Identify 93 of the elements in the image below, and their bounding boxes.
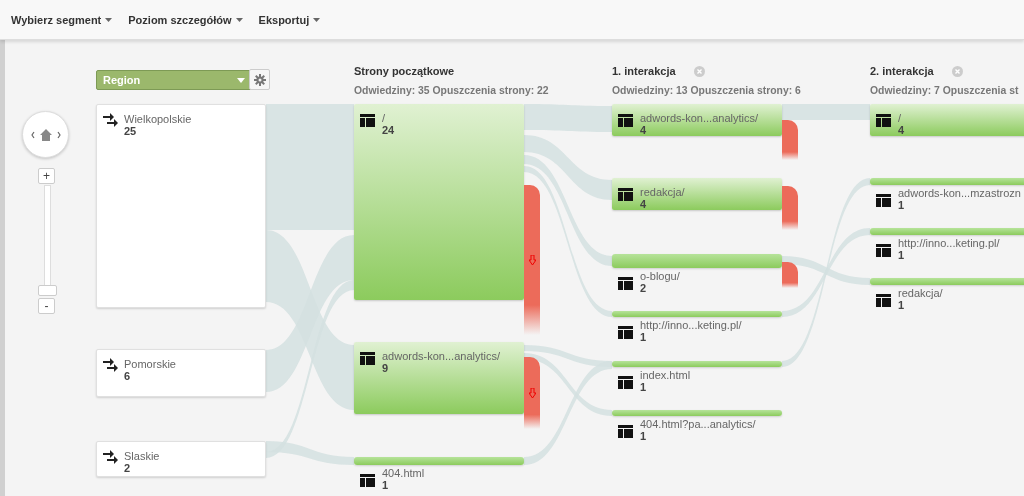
node-name: redakcja/ <box>898 287 943 299</box>
node-name: / <box>382 112 387 124</box>
page-bar[interactable] <box>870 228 1024 235</box>
node-name: redakcja/ <box>640 186 685 198</box>
settings-button[interactable] <box>249 69 270 90</box>
arrows-icon <box>103 450 119 466</box>
layout-icon <box>876 193 891 207</box>
down-arrow-icon <box>528 255 536 265</box>
layout-icon <box>618 114 633 127</box>
page-node[interactable]: / 4 <box>870 104 1024 136</box>
layout-icon <box>360 352 375 365</box>
node-count: 1 <box>898 299 906 311</box>
node-count: 4 <box>898 124 905 136</box>
node-count: 24 <box>382 124 395 136</box>
page-bar[interactable] <box>612 311 782 317</box>
page-bar[interactable] <box>612 410 782 416</box>
layout-icon <box>618 188 633 201</box>
node-count: 1 <box>898 199 906 211</box>
node-count: 25 <box>124 125 138 137</box>
layout-icon <box>618 375 633 389</box>
home-icon <box>30 127 61 142</box>
caret-icon <box>235 17 243 22</box>
arrows-icon <box>103 113 119 129</box>
region-node[interactable]: Pomorskie 6 <box>96 349 266 397</box>
node-count: 9 <box>382 362 390 374</box>
node-count: 1 <box>640 381 648 393</box>
node-count: 1 <box>382 479 390 491</box>
column-title: Strony początkowe <box>354 65 455 77</box>
layout-icon <box>618 424 633 438</box>
node-name: Wielkopolskie <box>124 113 192 125</box>
exit-bar[interactable] <box>524 185 540 335</box>
node-name: index.html <box>640 369 691 381</box>
node-name: Slaskie <box>124 450 160 462</box>
page-node[interactable]: redakcja/ 4 <box>612 178 782 210</box>
layout-icon <box>360 473 375 487</box>
layout-icon <box>876 114 891 127</box>
toolbar-menu[interactable]: Poziom szczegółów <box>128 13 243 26</box>
page-node[interactable]: / 24 <box>354 104 524 300</box>
page-bar[interactable] <box>870 178 1024 185</box>
node-name: o-blogu/ <box>640 270 680 282</box>
layout-icon <box>360 114 375 127</box>
exit-bar[interactable] <box>524 357 540 429</box>
column-title: 2. interakcja <box>870 65 934 77</box>
node-count: 1 <box>898 249 906 261</box>
node-name: 404.html <box>382 467 425 479</box>
node-name: http://inno...keting.pl/ <box>640 319 742 331</box>
layout-icon <box>618 325 633 339</box>
exit-bar[interactable] <box>782 120 798 160</box>
close-icon[interactable] <box>693 65 705 77</box>
node-name: adwords-kon...mzastrozn <box>898 187 1021 199</box>
arrows-icon <box>103 358 119 374</box>
zoom-handle[interactable] <box>38 285 57 296</box>
down-arrow-icon <box>528 388 536 398</box>
node-count: 4 <box>640 198 648 210</box>
page-bar[interactable] <box>870 278 1024 285</box>
page-node[interactable]: adwords-kon...analytics/ 4 <box>612 104 782 136</box>
node-name: Pomorskie <box>124 358 176 370</box>
page-bar[interactable] <box>354 457 524 465</box>
exit-bar[interactable] <box>782 262 798 288</box>
settings-icon <box>253 73 266 86</box>
node-count: 1 <box>640 331 648 343</box>
caret-icon <box>313 17 321 22</box>
column-stats: Odwiedziny: 35 Opuszczenia strony: 22 <box>354 85 549 96</box>
page-bar[interactable] <box>612 254 782 268</box>
caret-icon <box>105 17 113 22</box>
column-title: 1. interakcja <box>612 65 676 77</box>
node-name: / <box>898 112 903 124</box>
toolbar-menu[interactable]: Eksportuj <box>258 13 321 26</box>
zoom-in-button[interactable]: + <box>38 168 55 184</box>
node-count: 4 <box>640 124 648 136</box>
node-name: adwords-kon...analytics/ <box>640 112 758 124</box>
node-name: http://inno...keting.pl/ <box>898 237 1000 249</box>
close-icon[interactable] <box>951 65 963 77</box>
region-node[interactable]: Slaskie 2 <box>96 441 266 477</box>
layout-icon <box>876 243 891 257</box>
pan-control[interactable] <box>22 111 69 158</box>
node-name: adwords-kon...analytics/ <box>382 350 500 362</box>
toolbar-menu[interactable]: Wybierz segment <box>11 13 113 26</box>
exit-bar[interactable] <box>782 186 798 230</box>
region-node[interactable]: Wielkopolskie 25 <box>96 104 266 308</box>
node-count: 6 <box>124 370 132 382</box>
layout-icon <box>876 293 891 307</box>
page-node[interactable]: adwords-kon...analytics/ 9 <box>354 342 524 414</box>
layout-icon <box>618 276 633 290</box>
node-count: 2 <box>640 282 648 294</box>
zoom-out-button[interactable]: - <box>38 298 55 314</box>
node-count: 1 <box>640 430 648 442</box>
node-name: 404.html?pa...analytics/ <box>640 418 756 430</box>
caret-icon <box>237 77 245 83</box>
column-stats: Odwiedziny: 7 Opuszczenia st <box>870 85 1019 96</box>
node-count: 2 <box>124 462 132 474</box>
page-bar[interactable] <box>612 361 782 367</box>
column-stats: Odwiedziny: 13 Opuszczenia strony: 6 <box>612 85 801 96</box>
